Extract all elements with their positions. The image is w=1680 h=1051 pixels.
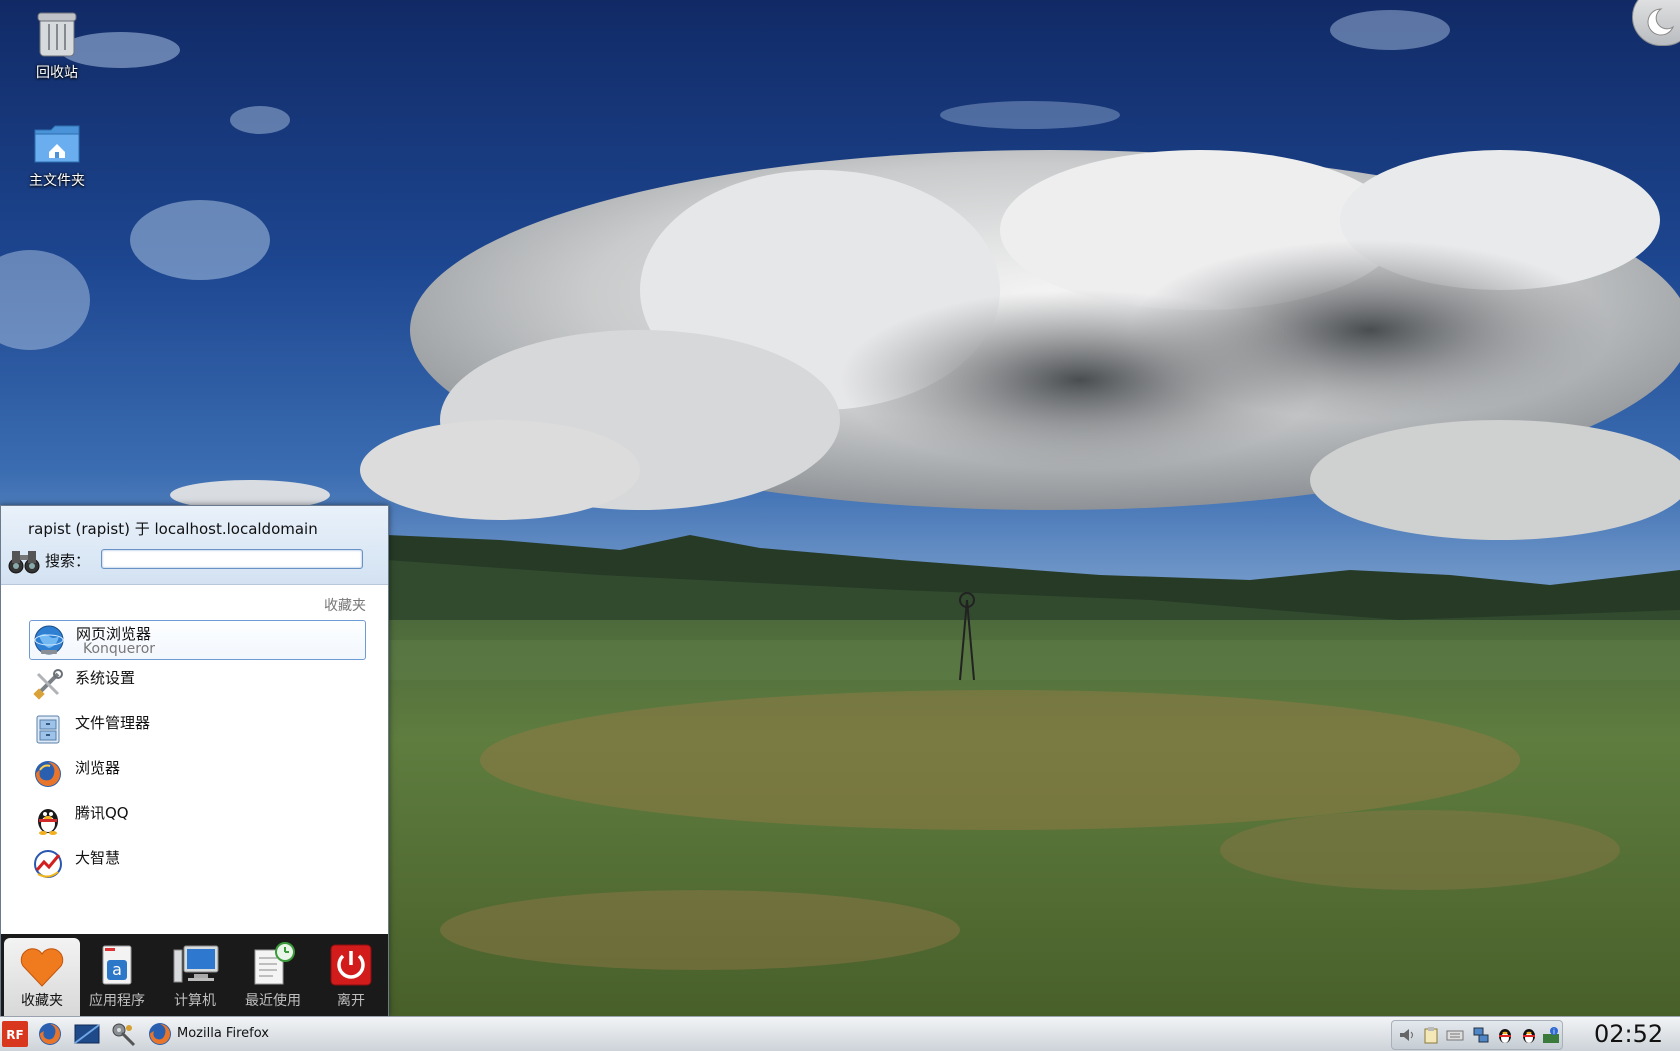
system-tools-icon[interactable] — [110, 1021, 136, 1047]
tab-applications[interactable]: a 应用程序 — [79, 934, 155, 1016]
red-flag-kmenu-icon[interactable]: RF — [2, 1021, 28, 1047]
tab-favorites[interactable]: 收藏夹 — [4, 938, 80, 1018]
recent-docs-icon — [254, 942, 295, 985]
heart-icon — [20, 948, 64, 987]
tab-label: 收藏夹 — [21, 993, 63, 1009]
info-icon[interactable]: i — [1542, 1026, 1560, 1044]
desktop-icon-label: 主文件夹 — [29, 173, 85, 189]
svg-text:RF: RF — [6, 1028, 23, 1042]
section-title: 收藏夹 — [324, 598, 366, 614]
desktop-icon-trash[interactable]: 回收站 — [12, 10, 102, 82]
favorite-item-browser[interactable]: 浏览器 — [29, 755, 366, 795]
search-label: 搜索： — [45, 552, 91, 570]
taskbar-task-firefox[interactable]: Mozilla Firefox — [143, 1020, 303, 1048]
favorite-subtitle: Konqueror — [83, 641, 156, 657]
tab-label: 应用程序 — [89, 993, 145, 1009]
favorites-panel: 收藏夹 网页浏览器 Konqueror 系统设置 文件管理器 浏览器 腾讯QQ … — [1, 585, 388, 940]
tab-leave[interactable]: 离开 — [313, 934, 389, 1016]
favorite-title: 系统设置 — [75, 669, 136, 687]
favorite-item-system-settings[interactable]: 系统设置 — [29, 665, 366, 705]
favorite-item-qq[interactable]: 腾讯QQ — [29, 800, 366, 840]
qq-penguin-icon — [38, 809, 58, 835]
system-tray: i — [1391, 1020, 1563, 1050]
favorite-item-dzh[interactable]: 大智慧 — [29, 845, 366, 885]
moon-icon — [1647, 8, 1675, 36]
kickoff-menu: rapist (rapist) 于 localhost.localdomain … — [0, 505, 389, 1018]
desktop-toolbox-button[interactable] — [1632, 0, 1680, 46]
kickoff-header: rapist (rapist) 于 localhost.localdomain … — [1, 506, 388, 585]
tab-computer[interactable]: 计算机 — [157, 934, 233, 1016]
taskbar: RF Mozilla Firefox i 02:52 — [0, 1016, 1680, 1051]
volume-icon[interactable] — [1398, 1026, 1416, 1044]
computer-icon — [173, 945, 219, 983]
binoculars-icon — [8, 551, 40, 574]
kickoff-tab-bar: 收藏夹 a 应用程序 计算机 最近使用 离开 — [1, 934, 389, 1018]
clipboard-icon[interactable] — [1422, 1026, 1440, 1044]
favorite-title: 大智慧 — [75, 849, 121, 867]
firefox-icon[interactable] — [37, 1021, 63, 1047]
desktop-show-icon[interactable] — [74, 1021, 100, 1047]
power-icon — [330, 944, 372, 986]
network-icon[interactable] — [1472, 1026, 1490, 1044]
favorite-title: 文件管理器 — [75, 714, 151, 732]
task-label: Mozilla Firefox — [177, 1026, 269, 1041]
applications-icon: a — [102, 945, 132, 985]
globe-icon — [34, 625, 64, 655]
tab-label: 最近使用 — [245, 993, 301, 1009]
qq-penguin-icon[interactable] — [1520, 1026, 1538, 1044]
favorite-item-web-browser[interactable]: 网页浏览器 Konqueror — [29, 620, 366, 660]
tools-icon — [33, 669, 63, 700]
user-host-label: rapist (rapist) 于 localhost.localdomain — [28, 520, 318, 538]
favorite-item-file-manager[interactable]: 文件管理器 — [29, 710, 366, 750]
search-input[interactable] — [101, 549, 363, 569]
keyboard-icon[interactable] — [1446, 1026, 1464, 1044]
tab-recent[interactable]: 最近使用 — [235, 934, 311, 1016]
home-folder-icon — [34, 125, 80, 163]
dzh-chart-icon — [34, 850, 62, 878]
clock[interactable]: 02:52 — [1594, 1020, 1663, 1048]
desktop-icon-home[interactable]: 主文件夹 — [12, 122, 102, 190]
desktop-icon-label: 回收站 — [36, 65, 78, 81]
qq-penguin-icon[interactable] — [1496, 1026, 1514, 1044]
svg-text:i: i — [1553, 1028, 1555, 1036]
trash-icon — [37, 12, 77, 57]
svg-text:a: a — [112, 960, 122, 979]
firefox-icon — [35, 761, 61, 787]
favorite-title: 腾讯QQ — [75, 804, 129, 822]
tab-label: 计算机 — [174, 993, 216, 1009]
firefox-icon — [149, 1023, 171, 1045]
favorite-title: 浏览器 — [75, 759, 121, 777]
tab-label: 离开 — [337, 993, 365, 1009]
file-cabinet-icon — [36, 715, 60, 744]
